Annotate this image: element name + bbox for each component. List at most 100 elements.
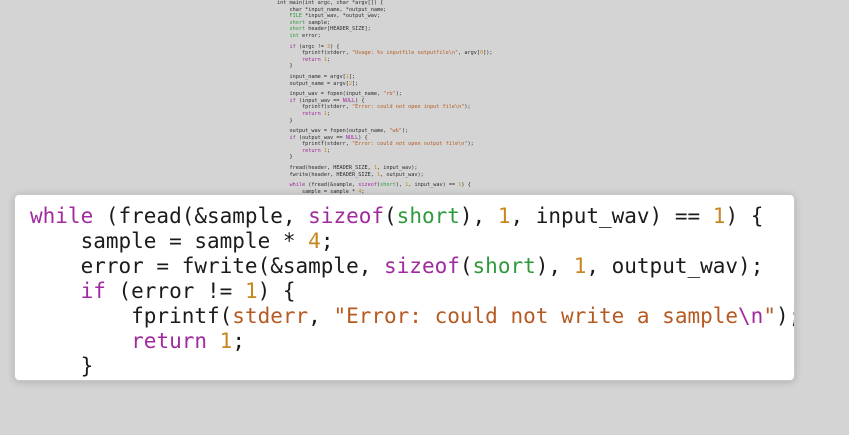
bg-code-token: ), <box>395 182 406 189</box>
zoom-code-token: sizeof <box>384 254 460 278</box>
zoom-code-token: ; <box>232 329 245 353</box>
bg-code-token: fprintf(stderr, <box>277 141 352 148</box>
bg-code-token: fwrite(header, HEADER_SIZE, <box>277 171 377 178</box>
zoom-code-token: 1 <box>497 204 511 228</box>
zoom-code-line: if (error != 1) { <box>30 279 794 304</box>
bg-code-token: ; <box>327 110 331 117</box>
zoomed-code-panel: while (fread(&sample, sizeof(short), 1, … <box>14 194 795 381</box>
bg-code-line: short header[HEADER_SIZE]; <box>277 26 757 33</box>
bg-code-token: sizeof <box>358 182 377 189</box>
bg-code-token: (output_wav == <box>295 134 346 141</box>
zoom-code-token: 4 <box>308 229 321 253</box>
zoom-code-token: 1 <box>244 279 258 303</box>
zoom-code-token: error = fwrite(&sample, <box>30 254 385 278</box>
bg-code-token: int main(int argc, char *argv[]) { <box>277 0 384 6</box>
bg-code-token: output_name = argv[ <box>277 80 349 87</box>
bg-code-token <box>277 135 290 141</box>
bg-code-token: ); <box>401 128 409 135</box>
zoom-code-token: if <box>80 279 106 303</box>
bg-code-line: return 1; <box>277 148 757 155</box>
zoom-code-line: fprintf(stderr, "Error: could not write … <box>30 304 794 329</box>
bg-code-token: (argc != <box>295 43 327 50</box>
bg-code-line: fprintf(stderr, "Error: could not open o… <box>277 141 757 148</box>
bg-code-line: fprintf(stderr, "Error: could not open i… <box>277 104 757 111</box>
zoom-code-token <box>207 329 220 353</box>
zoom-code-token: ( <box>459 254 473 278</box>
bg-code-line: int main(int argc, char *argv[]) { <box>277 0 757 7</box>
zoom-code-token: \n <box>738 304 764 328</box>
zoom-code-token <box>30 329 131 353</box>
bg-code-token: ; <box>327 147 331 154</box>
zoom-code-token: ) { <box>257 279 296 303</box>
bg-code-token: "Error: could not open input file\n" <box>351 104 465 111</box>
bg-code-token: "Usage: %s inputfile outputfile\n" <box>351 50 459 57</box>
bg-code-token: fprintf(stderr, <box>277 50 352 57</box>
bg-code-line: if (argc != 3) { <box>277 44 757 51</box>
bg-code-token: "Error: could not open output file\n" <box>351 141 468 148</box>
bg-code-line: FILE *input_wav, *output_wav; <box>277 13 757 20</box>
bg-code-token <box>277 26 290 32</box>
bg-code-token: ]); <box>483 50 493 57</box>
zoom-code-line: error = fwrite(&sample, sizeof(short), 1… <box>30 254 794 279</box>
bg-code-line: } <box>277 63 757 70</box>
bg-code-token: short <box>289 19 306 26</box>
zoom-code-token: "Error: could not write a sample <box>333 304 739 328</box>
bg-code-token <box>277 98 290 104</box>
bg-code-token: } <box>277 117 293 124</box>
bg-code-token <box>277 148 302 154</box>
bg-code-token: } <box>277 63 293 70</box>
bg-code-token: (input_wav == <box>295 97 343 104</box>
bg-code-line: return 1; <box>277 111 757 118</box>
zoom-code-token: sizeof <box>308 204 385 228</box>
zoom-code-line: return 1; <box>30 329 794 354</box>
bg-code-token: , argv[ <box>458 50 481 57</box>
zoom-code-token: 1 <box>712 204 726 228</box>
zoom-code-token: ( <box>384 204 397 228</box>
bg-code-token: ); <box>467 141 474 148</box>
zoom-code-line: sample = sample * 4; <box>30 229 794 254</box>
bg-code-line: if (input_wav == NULL) { <box>277 98 757 105</box>
zoom-code-token: 1 <box>573 254 587 278</box>
bg-code-line: input_name = argv[1]; <box>277 74 757 81</box>
bg-code-token: ) { <box>330 43 340 50</box>
bg-code-token: ; <box>327 56 331 63</box>
bg-code-line: if (output_wav == NULL) { <box>277 135 757 142</box>
bg-code-token: FILE <box>289 13 303 20</box>
bg-code-token: } <box>277 154 293 161</box>
bg-code-line: } <box>277 118 757 125</box>
zoom-code-token: fprintf( <box>30 304 233 328</box>
bg-code-token: , input_wav); <box>376 165 418 172</box>
zoom-code-token: ; <box>320 229 334 253</box>
zoom-code-token: return <box>131 329 208 353</box>
bg-code-token: NULL <box>342 97 356 104</box>
bg-code-token: sample; <box>305 19 331 26</box>
bg-code-token: int <box>289 32 299 39</box>
bg-code-line: output_wav = fopen(output_name, "wb"); <box>277 128 757 135</box>
zoom-code-token: " <box>763 304 776 328</box>
zoom-code-token: } <box>30 354 94 378</box>
bg-code-line: fprintf(stderr, "Usage: %s inputfile out… <box>277 50 757 57</box>
bg-code-line: while (fread(&sample, sizeof(short), 1, … <box>277 182 757 189</box>
bg-code-token: return <box>302 110 321 117</box>
zoom-code-token: ), <box>535 254 574 278</box>
bg-code-token <box>277 111 302 117</box>
zoom-code-token: while <box>30 204 94 228</box>
bg-code-token: ); <box>464 104 471 111</box>
bg-code-token <box>277 13 290 19</box>
bg-code-token: return <box>302 147 321 154</box>
zoom-code-token <box>30 279 81 303</box>
bg-code-line: fwrite(header, HEADER_SIZE, 1, output_wa… <box>277 172 757 179</box>
bg-code-line: return 1; <box>277 57 757 64</box>
zoom-code-token: stderr <box>232 304 309 328</box>
zoom-code-token: 1 <box>219 329 233 353</box>
zoom-code-line: while (fread(&sample, sizeof(short), 1, … <box>30 204 794 229</box>
bg-code-token: ) { <box>461 182 471 189</box>
bg-code-token <box>277 33 290 39</box>
bg-code-token: ) { <box>358 134 368 141</box>
bg-code-token: "rb" <box>383 91 396 98</box>
bg-code-token: , input_wav) == <box>408 182 459 189</box>
bg-code-token: input_name = argv[ <box>277 73 346 80</box>
bg-code-token: error; <box>298 32 321 39</box>
zoom-code-token: ); <box>775 304 794 328</box>
bg-code-line: output_name = argv[2]; <box>277 81 757 88</box>
